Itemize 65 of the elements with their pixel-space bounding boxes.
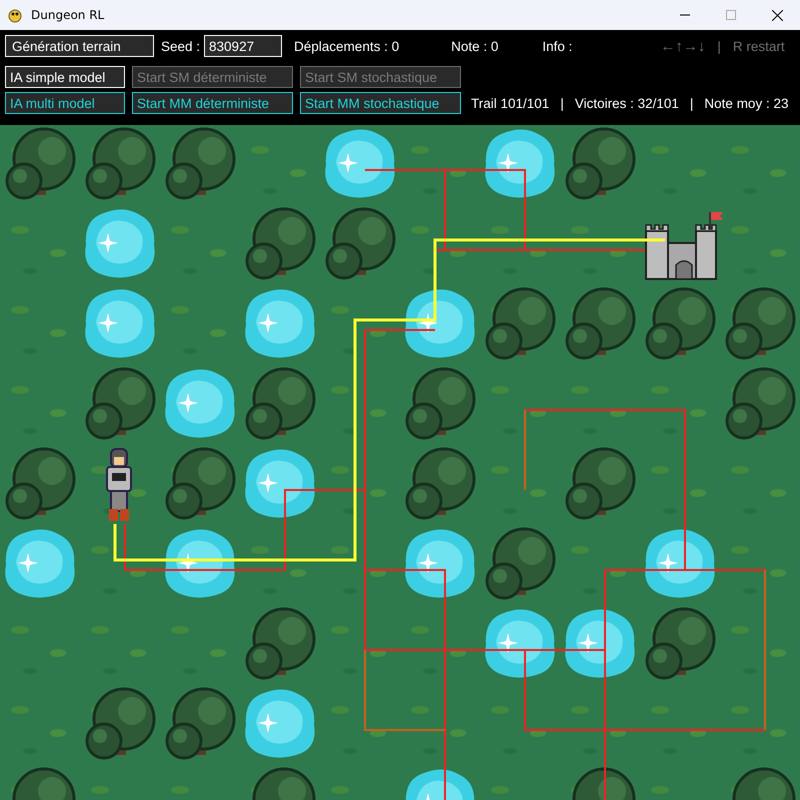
start-button[interactable]: Start MM stochastique (300, 92, 461, 114)
tree-drawing (86, 688, 156, 760)
water-pool-drawing (245, 289, 315, 358)
water-pool-drawing (5, 529, 75, 598)
tree-drawing (6, 128, 76, 200)
stat-label: Note moy : 23 (704, 96, 788, 110)
tree-drawing (646, 608, 716, 680)
app-icon (7, 7, 23, 23)
water-pool-drawing (165, 529, 235, 598)
water-pool-drawing (325, 129, 395, 198)
info-label: Info : (542, 38, 572, 54)
close-icon (772, 10, 782, 20)
water-pool-drawing (85, 209, 155, 278)
tree-drawing (246, 368, 316, 440)
seed-input-field[interactable]: 830927 (204, 35, 282, 57)
arrow-keys-hint: ←↑→↓ (660, 38, 706, 54)
tree-drawing (246, 608, 316, 680)
tree-drawing (732, 768, 796, 800)
tree-drawing (166, 688, 236, 760)
tree-drawing (572, 768, 636, 800)
tree-drawing (566, 448, 636, 520)
tree-drawing (326, 208, 396, 280)
window-title: Dungeon RL (31, 8, 106, 22)
water-pool-drawing (245, 689, 315, 758)
tree-drawing (406, 368, 476, 440)
water-pool-drawing (405, 769, 475, 800)
tree-drawing (166, 128, 236, 200)
tree-drawing (246, 208, 316, 280)
tree-drawing (566, 128, 636, 200)
maximize-icon (726, 10, 736, 20)
water-pool-drawing (485, 609, 555, 678)
model-mode-button[interactable]: IA simple model (5, 66, 125, 88)
generate-terrain-button[interactable]: Génération terrain (5, 35, 154, 57)
separator: | (560, 96, 564, 110)
stat-label: Trail 101/101 (471, 96, 550, 110)
stat-label: Victoires : 32/101 (574, 96, 679, 110)
model-mode-button[interactable]: IA multi model (5, 92, 125, 114)
water-pool-drawing (165, 369, 235, 438)
start-button[interactable]: Start MM déterministe (132, 92, 293, 114)
water-pool-drawing (245, 449, 315, 518)
tree-drawing (406, 448, 476, 520)
tree-drawing (86, 128, 156, 200)
water-pool-drawing (485, 129, 555, 198)
tree-drawing (646, 288, 716, 360)
water-pool-drawing (645, 529, 715, 598)
tree-drawing (566, 288, 636, 360)
water-pool-drawing (405, 529, 475, 598)
water-pool-drawing (405, 289, 475, 358)
tree-drawing (166, 448, 236, 520)
water-pool-drawing (85, 289, 155, 358)
tree-drawing (86, 368, 156, 440)
moves-counter: Déplacements : 0 (294, 38, 400, 54)
score-label: Note : 0 (451, 38, 498, 54)
separator: | (717, 38, 721, 54)
tree-drawing (486, 528, 556, 600)
separator: | (690, 96, 694, 110)
tree-drawing (12, 768, 76, 800)
tree-drawing (252, 768, 316, 800)
restart-hint: R restart (732, 38, 785, 54)
tree-drawing (6, 448, 76, 520)
seed-label: Seed : (161, 38, 200, 54)
tree-drawing (486, 288, 556, 360)
water-pool-drawing (565, 609, 635, 678)
tree-drawing (726, 368, 796, 440)
tree-drawing (726, 288, 796, 360)
